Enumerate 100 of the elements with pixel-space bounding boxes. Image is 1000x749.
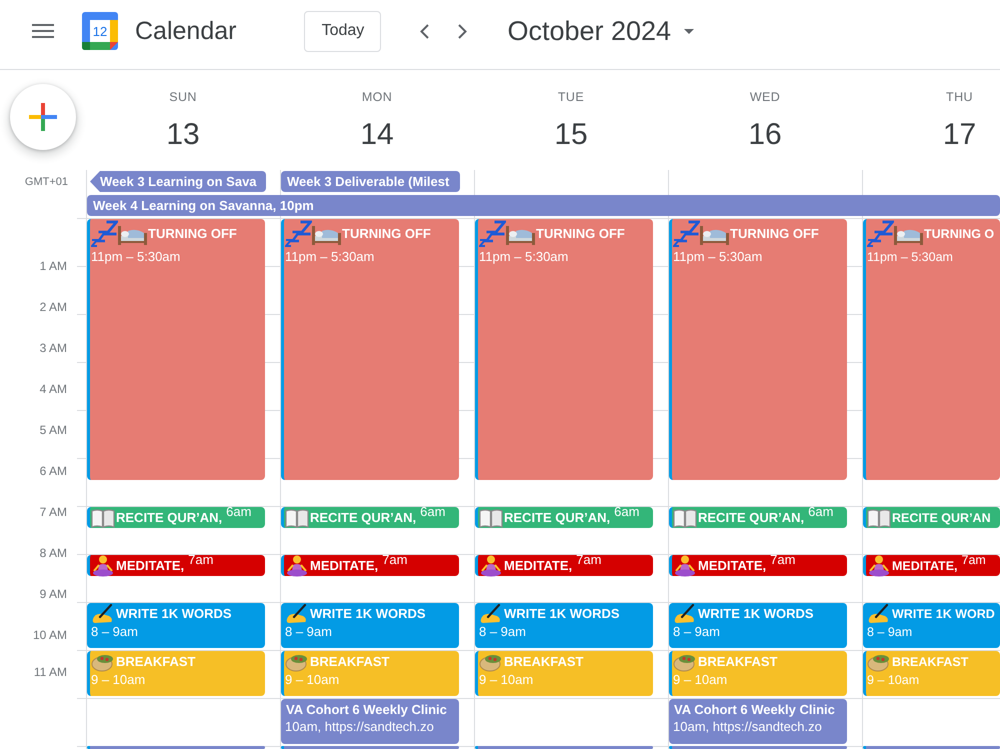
sleep-icon xyxy=(285,220,312,248)
event-card[interactable] xyxy=(475,746,653,749)
event-card[interactable]: WRITE 1K WORDS 8 – 9am xyxy=(281,603,459,648)
event-card[interactable] xyxy=(281,746,459,749)
event-card[interactable]: WRITE 1K WORDS 8 – 9am xyxy=(87,603,265,648)
event-card[interactable]: WRITE 1K WORD 8 – 9am xyxy=(863,603,1000,648)
event-title: WRITE 1K WORDS xyxy=(504,606,620,622)
chevron-right-icon xyxy=(458,24,467,38)
event-time: 10am, https://sandtech.zo xyxy=(673,719,823,735)
event-card[interactable]: BREAKFAST 9 – 10am xyxy=(669,651,847,696)
event-title: RECITE QUR’AN, xyxy=(310,510,416,526)
event-time: 8 – 9am xyxy=(867,624,914,640)
wrap-icon xyxy=(479,652,503,672)
event-time: 8 – 9am xyxy=(285,624,333,640)
event-time: 7am xyxy=(382,554,408,566)
day-date[interactable]: 15 xyxy=(554,118,588,152)
event-card[interactable]: RECITE QUR’AN, 6am xyxy=(281,507,459,528)
event-card[interactable]: BREAKFAST 9 – 10am xyxy=(475,651,653,696)
event-title: VA Cohort 6 Weekly Clinic xyxy=(286,702,447,718)
event-card[interactable] xyxy=(863,746,1000,749)
bed-icon xyxy=(894,224,923,244)
event-title: TURNING OFF xyxy=(730,226,819,242)
day-date[interactable]: 13 xyxy=(166,118,200,152)
event-card[interactable]: RECITE QUR’AN, 6am xyxy=(87,507,265,528)
bed-icon xyxy=(312,224,341,244)
event-card[interactable] xyxy=(87,746,265,749)
sleep-icon xyxy=(91,220,118,248)
event-time: 11pm – 5:30am xyxy=(867,249,954,265)
event-card[interactable]: BREAKFAST 9 – 10am xyxy=(87,651,265,696)
event-title: RECITE QUR’AN, xyxy=(116,510,222,526)
event-card[interactable]: MEDITATE, 7am xyxy=(281,555,459,576)
hour-label: 3 AM xyxy=(38,341,67,355)
event-card[interactable]: WRITE 1K WORDS 8 – 9am xyxy=(475,603,653,648)
month-picker[interactable]: October 2024 xyxy=(507,16,694,46)
event-title: RECITE QUR’AN, xyxy=(504,510,610,526)
event-card[interactable]: TURNING OFF 11pm – 5:30am xyxy=(281,219,459,480)
hour-label: 11 AM xyxy=(32,665,67,679)
event-card[interactable]: MEDITATE, 7am xyxy=(669,555,847,576)
day-date[interactable]: 16 xyxy=(748,118,782,152)
event-time: 11pm – 5:30am xyxy=(91,249,182,265)
day-name: WED xyxy=(750,90,780,104)
create-button[interactable] xyxy=(10,84,76,150)
book-icon xyxy=(479,508,503,528)
all-day-event[interactable]: Week 4 Learning on Savanna, 10pm xyxy=(87,195,1000,216)
day-name: MON xyxy=(362,90,392,104)
event-title: MEDITATE, xyxy=(310,558,378,574)
event-card[interactable]: TURNING O 11pm – 5:30am xyxy=(863,219,1000,480)
event-card[interactable]: VA Cohort 6 Weekly Clinic 10am, https://sandtech.zo xyxy=(669,699,847,744)
event-card[interactable]: MEDITATE, 7am xyxy=(87,555,265,576)
event-title: BREAKFAST xyxy=(892,654,968,670)
meditating-person-icon xyxy=(867,554,891,576)
event-card[interactable]: WRITE 1K WORDS 8 – 9am xyxy=(669,603,847,648)
menu-icon xyxy=(32,24,54,38)
day-date[interactable]: 17 xyxy=(942,118,976,152)
hour-label: 7 AM xyxy=(38,505,67,519)
event-card[interactable]: BREAKFAST 9 – 10am xyxy=(863,651,1000,696)
event-time: 9 – 10am xyxy=(867,672,920,688)
event-card[interactable]: RECITE QUR’AN, 6am xyxy=(669,507,847,528)
event-time: 9 – 10am xyxy=(285,672,340,688)
event-card[interactable]: RECITE QUR’AN, 6am xyxy=(475,507,653,528)
book-icon xyxy=(91,508,115,528)
event-card[interactable]: BREAKFAST 9 – 10am xyxy=(281,651,459,696)
event-title: VA Cohort 6 Weekly Clinic xyxy=(674,702,835,718)
hour-label: 5 AM xyxy=(38,423,67,437)
today-button[interactable]: Today xyxy=(304,10,382,52)
hour-label: 2 AM xyxy=(38,300,67,314)
event-time: 11pm – 5:30am xyxy=(673,249,764,265)
day-date[interactable]: 14 xyxy=(360,118,394,152)
event-title: MEDITATE, xyxy=(116,558,184,574)
event-time: 11pm – 5:30am xyxy=(285,249,376,265)
calendar-logo: 12 xyxy=(82,12,118,50)
all-day-event[interactable]: Week 3 Learning on Sava xyxy=(90,171,266,192)
event-card[interactable]: VA Cohort 6 Weekly Clinic 10am, https://sandtech.zo xyxy=(281,699,459,744)
event-title: TURNING O xyxy=(924,226,994,242)
event-card[interactable]: TURNING OFF 11pm – 5:30am xyxy=(87,219,265,480)
bed-icon xyxy=(506,224,535,244)
meditating-person-icon xyxy=(285,554,309,576)
chevron-left-icon xyxy=(420,24,429,38)
all-day-event[interactable]: Week 3 Deliverable (Milest xyxy=(281,171,460,192)
event-card[interactable]: MEDITATE, 7am xyxy=(475,555,653,576)
sleep-icon xyxy=(867,220,894,248)
hour-label: 10 AM xyxy=(32,628,67,642)
event-card[interactable] xyxy=(669,746,847,749)
event-card[interactable]: TURNING OFF 11pm – 5:30am xyxy=(475,219,653,480)
event-time: 7am xyxy=(188,554,214,566)
writing-hand-icon xyxy=(285,604,309,624)
writing-hand-icon xyxy=(91,604,115,624)
meditating-person-icon xyxy=(673,554,697,576)
event-title: BREAKFAST xyxy=(310,654,390,670)
event-card[interactable]: MEDITATE, 7am xyxy=(863,555,1000,576)
event-time: 8 – 9am xyxy=(479,624,527,640)
writing-hand-icon xyxy=(867,604,891,624)
event-time: 6am xyxy=(808,506,834,518)
event-card[interactable]: RECITE QUR’AN xyxy=(863,507,1000,528)
app-title: Calendar xyxy=(135,16,236,46)
hour-label: 6 AM xyxy=(38,464,67,478)
event-card[interactable]: TURNING OFF 11pm – 5:30am xyxy=(669,219,847,480)
meditating-person-icon xyxy=(91,554,115,576)
event-title: RECITE QUR’AN xyxy=(892,510,991,526)
event-time: 6am xyxy=(226,506,252,518)
